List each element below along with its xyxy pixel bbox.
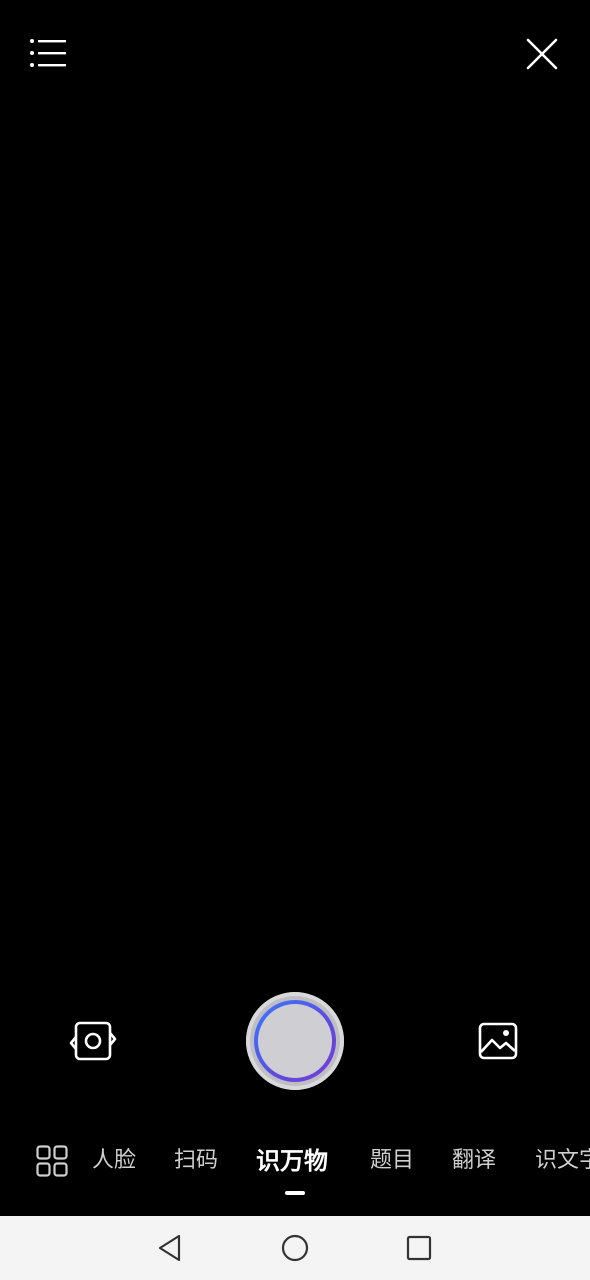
camera-screen: 人脸 扫码 识万物 题目 翻译 识文字 xyxy=(0,0,590,1280)
close-button[interactable] xyxy=(522,34,562,74)
mode-scan-code[interactable]: 扫码 xyxy=(174,1146,218,1176)
nav-recent-button[interactable] xyxy=(401,1230,437,1266)
all-modes-button[interactable] xyxy=(36,1145,68,1177)
list-icon xyxy=(30,39,66,67)
camera-flip-icon xyxy=(69,1021,117,1061)
switch-camera-button[interactable] xyxy=(68,1018,118,1064)
mode-face[interactable]: 人脸 xyxy=(92,1146,136,1176)
menu-button[interactable] xyxy=(26,34,70,72)
active-mode-indicator xyxy=(285,1191,305,1195)
shutter-button[interactable] xyxy=(246,992,344,1090)
close-icon xyxy=(526,38,558,70)
mode-recognize-text[interactable]: 识文字 xyxy=(535,1146,590,1176)
camera-viewfinder[interactable] xyxy=(0,110,590,990)
system-nav-bar xyxy=(0,1216,590,1280)
camera-controls xyxy=(0,990,590,1100)
home-circle-icon xyxy=(281,1234,309,1262)
gallery-button[interactable] xyxy=(476,1020,520,1062)
nav-back-button[interactable] xyxy=(151,1230,187,1266)
mode-questions[interactable]: 题目 xyxy=(370,1146,414,1176)
nav-home-button[interactable] xyxy=(277,1230,313,1266)
image-icon xyxy=(478,1022,518,1060)
shutter-ring xyxy=(254,1000,336,1082)
mode-selector: 人脸 扫码 识万物 题目 翻译 识文字 xyxy=(0,1130,590,1200)
top-bar xyxy=(0,0,590,110)
back-triangle-icon xyxy=(158,1234,181,1262)
mode-identify-objects[interactable]: 识万物 xyxy=(256,1146,328,1176)
mode-translate[interactable]: 翻译 xyxy=(452,1146,496,1176)
recent-square-icon xyxy=(406,1235,432,1261)
grid-icon xyxy=(36,1145,68,1177)
